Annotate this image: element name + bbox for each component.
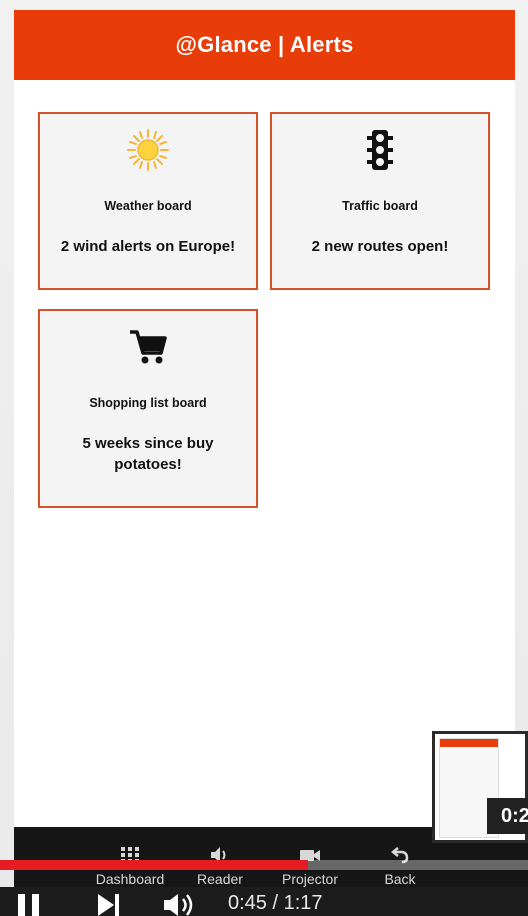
nav-label: Dashboard — [95, 871, 165, 887]
traffic-light-icon — [272, 126, 488, 174]
pause-button[interactable] — [16, 892, 44, 916]
preview-header — [440, 739, 498, 747]
pause-icon — [18, 894, 39, 916]
shopping-list-board-card[interactable]: Shopping list board 5 weeks since buy po… — [38, 309, 258, 508]
video-progress-bar[interactable] — [0, 860, 528, 870]
app-header: @Glance | Alerts — [14, 10, 515, 80]
preview-time: 0:2 — [487, 798, 528, 834]
volume-button[interactable] — [162, 892, 202, 916]
card-title: Shopping list board — [89, 396, 207, 410]
weather-board-card[interactable]: Weather board 2 wind alerts on Europe! — [38, 112, 258, 290]
card-message: 2 wind alerts on Europe! — [60, 238, 236, 255]
shopping-cart-icon — [40, 323, 256, 371]
video-preview-thumbnail: 0:2 — [432, 731, 528, 843]
app-window: @Glance | Alerts Weather board 2 wind al… — [14, 10, 515, 845]
page-title: @Glance | Alerts — [175, 32, 354, 57]
card-message: 5 weeks since buy potatoes! — [82, 435, 214, 473]
video-time: 0:45 / 1:17 — [228, 892, 323, 914]
nav-label: Projector — [281, 871, 339, 887]
next-button[interactable] — [96, 892, 124, 916]
traffic-board-card[interactable]: Traffic board 2 new routes open! — [270, 112, 490, 290]
volume-icon — [164, 894, 193, 916]
nav-label: Back — [384, 871, 416, 887]
card-title: Weather board — [104, 199, 192, 213]
card-message: 2 new routes open! — [311, 238, 449, 255]
sun-icon — [40, 126, 256, 174]
preview-caption — [503, 744, 528, 794]
screen: @Glance | Alerts Weather board 2 wind al… — [0, 0, 528, 916]
next-icon — [98, 894, 119, 916]
nav-label: Reader — [197, 871, 243, 887]
video-progress-fill — [0, 860, 309, 870]
card-title: Traffic board — [342, 199, 418, 213]
